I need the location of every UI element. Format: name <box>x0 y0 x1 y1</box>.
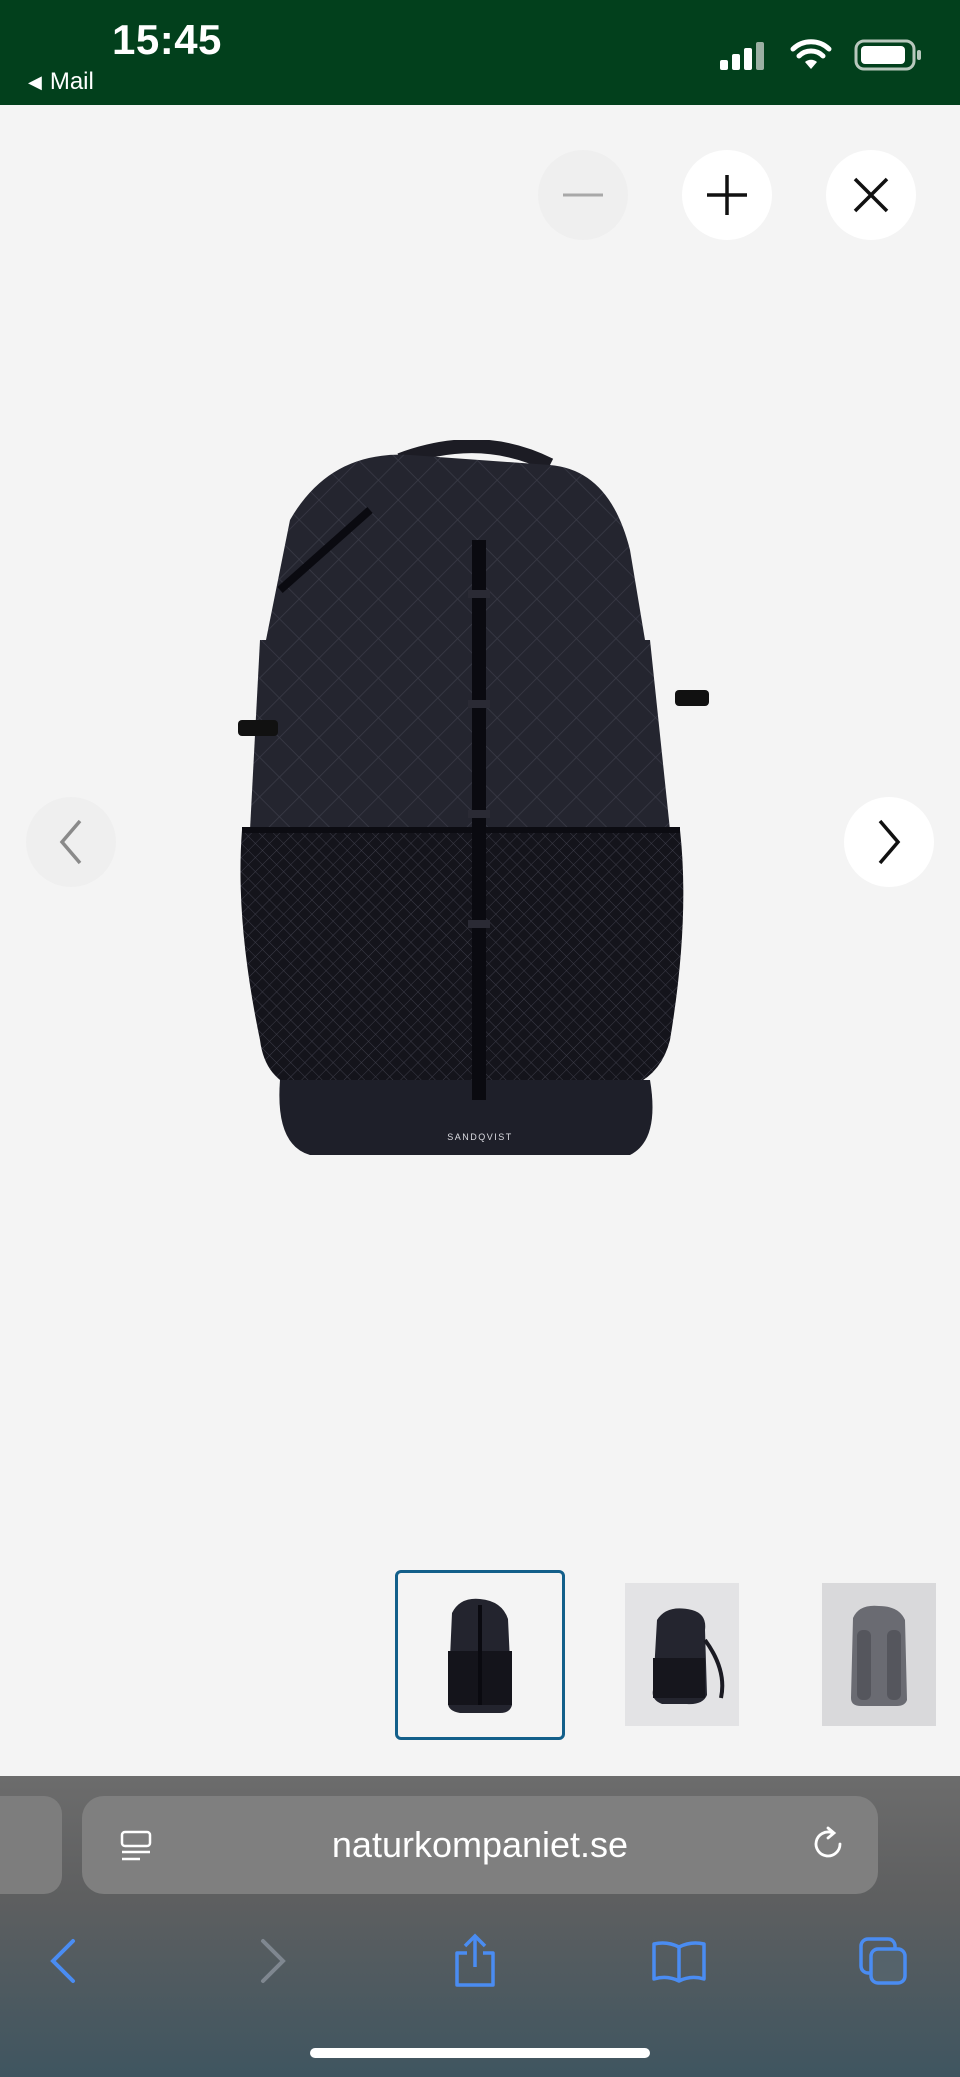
close-icon <box>853 177 889 213</box>
home-indicator[interactable] <box>310 2048 650 2058</box>
brand-label: SANDQVIST <box>447 1132 513 1142</box>
page-menu-icon[interactable] <box>118 1828 154 1864</box>
tabs-button[interactable] <box>848 1926 918 1996</box>
previous-image-button[interactable] <box>26 797 116 887</box>
back-button[interactable] <box>28 1926 98 1996</box>
back-app-label: Mail <box>49 68 94 95</box>
back-icon <box>50 1939 75 1983</box>
status-time: 15:45 <box>112 16 222 63</box>
product-image-backpack[interactable]: SANDQVIST <box>220 440 740 1180</box>
thumbnail-front[interactable] <box>395 1570 565 1740</box>
previous-tab-pill[interactable] <box>0 1796 62 1894</box>
thumbnail-side[interactable] <box>625 1583 739 1726</box>
backpack-side-thumbnail-image <box>652 1607 725 1704</box>
battery-icon <box>854 39 921 71</box>
status-bar: 15:45 ◀ Mail <box>0 0 960 105</box>
close-button[interactable] <box>826 150 916 240</box>
cellular-signal-icon <box>720 42 764 70</box>
bookmarks-icon <box>652 1941 706 1983</box>
back-to-mail[interactable]: ◀ Mail <box>28 68 94 96</box>
backpack-back-thumbnail-image <box>851 1605 907 1706</box>
forward-button[interactable] <box>238 1926 308 1996</box>
next-image-button[interactable] <box>844 797 934 887</box>
chevron-left-icon <box>59 819 82 865</box>
wifi-icon <box>790 39 832 69</box>
forward-icon <box>261 1939 286 1983</box>
bookmarks-button[interactable] <box>644 1926 714 1996</box>
share-icon <box>455 1933 495 1987</box>
zoom-out-button[interactable] <box>538 150 628 240</box>
reload-icon[interactable] <box>808 1824 848 1864</box>
backpack-thumbnail-image <box>448 1598 512 1713</box>
zoom-in-button[interactable] <box>682 150 772 240</box>
tabs-icon <box>859 1937 907 1985</box>
address-bar[interactable]: naturkompaniet.se <box>82 1796 878 1894</box>
status-icons <box>718 38 924 72</box>
thumbnail-strip <box>0 1570 960 1740</box>
zoom-in-icon <box>707 175 747 215</box>
thumbnail-back[interactable] <box>822 1583 936 1726</box>
zoom-out-icon <box>563 193 603 197</box>
share-button[interactable] <box>440 1926 510 1996</box>
back-triangle-icon: ◀ <box>28 71 42 92</box>
browser-toolbar: naturkompaniet.se <box>0 1776 960 2077</box>
url-text: naturkompaniet.se <box>331 1824 629 1865</box>
chevron-right-icon <box>878 819 901 865</box>
